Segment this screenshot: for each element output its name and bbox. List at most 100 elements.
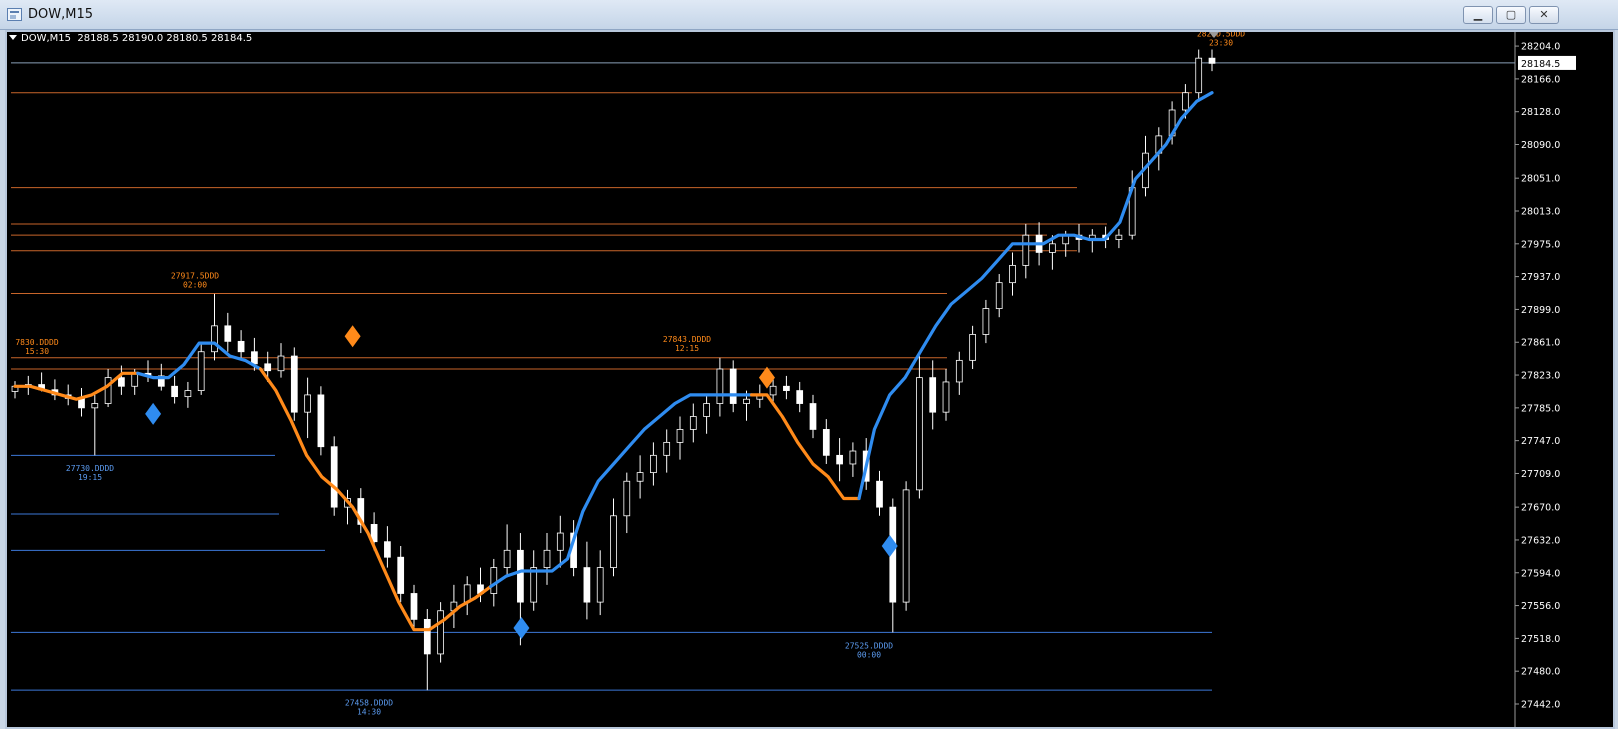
price-annotation: 7830.DDDD	[15, 338, 59, 347]
candle-body	[264, 363, 272, 372]
axis-tick-label: 27442.0	[1521, 700, 1560, 711]
candle-body	[1009, 264, 1016, 284]
candle-body	[330, 446, 338, 508]
candle-body	[716, 368, 724, 404]
time-annotation: 19:15	[78, 473, 102, 482]
restore-button[interactable]: ▢	[1496, 6, 1526, 24]
axis-tick-label: 27861.0	[1521, 338, 1560, 349]
candle-body	[397, 556, 405, 594]
candle-body	[1195, 57, 1203, 94]
candle-body	[251, 351, 258, 365]
price-annotation: 27458.DDDD	[345, 699, 393, 708]
candle-body	[423, 618, 431, 655]
candle-body	[969, 334, 976, 361]
candle-body	[636, 472, 644, 482]
symbol-info-bar[interactable]: DOW,M15 28188.5 28190.0 28180.5 28184.5	[9, 33, 252, 44]
current-price-label: 28184.5	[1521, 59, 1560, 70]
axis-tick-label: 28090.0	[1521, 140, 1560, 151]
candle-body	[197, 351, 205, 391]
candle-body	[703, 403, 710, 417]
candle-body	[783, 385, 790, 391]
trend-line	[857, 91, 1214, 501]
candle-body	[663, 441, 671, 456]
title-bar: DOW,M15 ▁ ▢ ✕	[0, 0, 1618, 30]
candle-body	[902, 489, 910, 603]
candle-body	[849, 450, 857, 465]
diamond-icon	[513, 617, 530, 640]
candle-body	[942, 381, 950, 413]
price-annotation: 27843.DDDD	[663, 335, 711, 344]
window-title: DOW,M15	[28, 7, 93, 22]
candle-body	[290, 355, 298, 413]
candle-body	[410, 593, 418, 620]
candle-body	[224, 325, 232, 342]
axis-tick-label: 27556.0	[1521, 601, 1560, 612]
axis-tick-label: 27937.0	[1521, 272, 1560, 283]
candle-body	[543, 549, 551, 568]
candle-body	[304, 394, 311, 413]
restore-icon: ▢	[1505, 8, 1517, 21]
axis-tick-label: 27670.0	[1521, 503, 1560, 514]
axis-tick-label: 28166.0	[1521, 74, 1560, 85]
candle-body	[184, 390, 192, 398]
candle-body	[171, 385, 178, 398]
time-annotation: 00:00	[857, 651, 881, 660]
price-annotation: 27917.5DDD	[171, 271, 219, 280]
time-annotation: 02:00	[183, 280, 207, 289]
candle-body	[104, 377, 112, 404]
diamond-icon	[758, 366, 775, 389]
axis-tick-label: 27899.0	[1521, 305, 1560, 316]
candle-body	[1208, 57, 1216, 64]
axis-tick-label: 28013.0	[1521, 206, 1560, 217]
candle-body	[1115, 234, 1123, 240]
candle-body	[503, 549, 511, 568]
candle-body	[583, 567, 591, 603]
candle-body	[650, 454, 657, 474]
candle-body	[982, 308, 990, 335]
candle-body	[822, 429, 830, 456]
candle-body	[623, 480, 631, 517]
candle-body	[769, 385, 777, 396]
candle-body	[490, 567, 498, 594]
axis-tick-label: 27747.0	[1521, 436, 1560, 447]
axis-tick-label: 27709.0	[1521, 469, 1560, 480]
candle-body	[517, 549, 524, 603]
candle-body	[995, 282, 1003, 309]
candle-body	[1182, 92, 1189, 111]
time-annotation: 14:30	[357, 708, 381, 717]
axis-tick-label: 27518.0	[1521, 634, 1560, 645]
chart-window[interactable]: 28204.0 28166.0 28128.0 28090.0 28051.0 28013…	[5, 30, 1615, 729]
candle-body	[277, 355, 285, 372]
axis-tick-label: 28051.0	[1521, 174, 1560, 185]
candle-body	[237, 340, 245, 353]
close-icon: ✕	[1539, 8, 1549, 21]
candle-body	[1022, 234, 1030, 266]
axis-tick-label: 27594.0	[1521, 568, 1560, 579]
close-button[interactable]: ✕	[1529, 6, 1559, 24]
candle-body	[916, 377, 923, 491]
candle-body	[836, 454, 843, 465]
candle-body	[1049, 243, 1056, 253]
candle-body	[743, 398, 750, 404]
price-chart[interactable]: 28204.0 28166.0 28128.0 28090.0 28051.0 28013…	[7, 32, 1613, 727]
candle-body	[689, 416, 697, 430]
axis-tick-label: 28128.0	[1521, 107, 1560, 118]
candle-body	[91, 403, 99, 409]
candle-body	[530, 567, 538, 603]
candle-body	[796, 390, 804, 404]
diamond-icon	[145, 402, 162, 425]
candle-body	[876, 480, 883, 508]
candle-body	[437, 610, 444, 655]
candle-body	[131, 372, 139, 387]
axis-tick-label: 27975.0	[1521, 239, 1560, 250]
price-annotation: 27730.DDDD	[66, 464, 114, 473]
axis-tick-label: 27632.0	[1521, 535, 1560, 546]
triangle-down-icon[interactable]	[9, 35, 17, 40]
chart-window-icon	[7, 8, 22, 21]
minimize-button[interactable]: ▁	[1463, 6, 1493, 24]
trend-line	[750, 393, 861, 501]
axis-tick-label: 27785.0	[1521, 403, 1560, 414]
candle-body	[211, 325, 218, 353]
candle-body	[556, 532, 564, 551]
candle-body	[955, 359, 963, 383]
